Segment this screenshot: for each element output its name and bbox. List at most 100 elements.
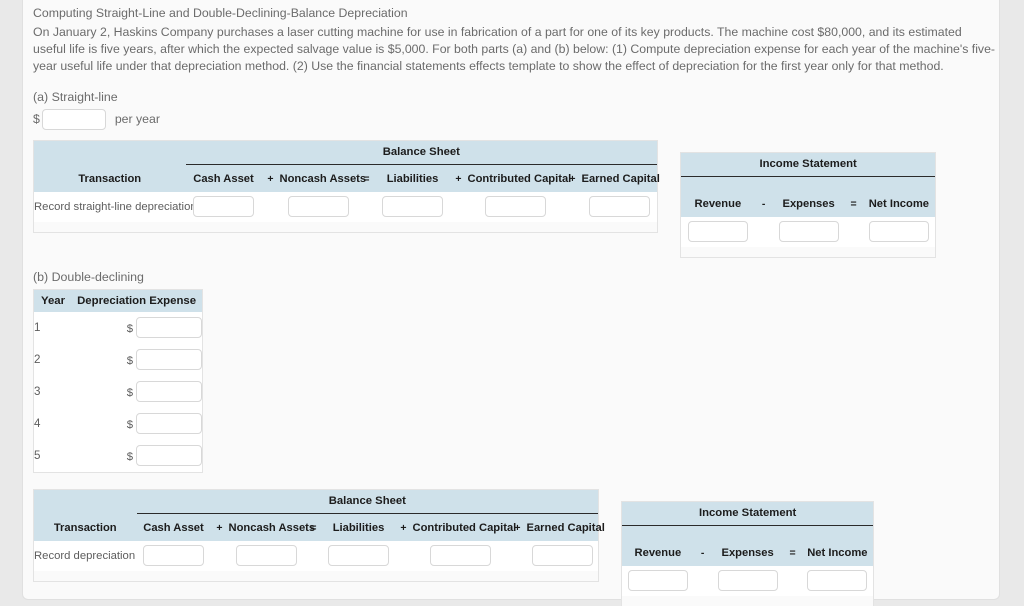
table-row	[680, 216, 936, 247]
input-revenue[interactable]	[627, 570, 688, 592]
col-header-net-income: Net Income	[862, 190, 936, 217]
income-statement-title: Income Statement	[680, 152, 936, 175]
col-header-earned-capital: Earned Capital	[581, 165, 660, 192]
column-header-row: Transaction Cash Asset + Noncash Assets …	[33, 165, 660, 192]
col-header-net-income: Net Income	[801, 539, 874, 566]
straight-line-per-year-input[interactable]	[41, 108, 106, 130]
transaction-header: Transaction	[33, 165, 186, 192]
column-header-row: Revenue - Expenses = Net Income	[621, 539, 874, 566]
input-earned-capital[interactable]	[588, 196, 650, 218]
input-contributed-capital[interactable]	[485, 196, 546, 218]
group-title-row: Income Statement	[621, 501, 874, 524]
table-row: 2 $	[33, 343, 203, 376]
operator-equals-income: =	[783, 539, 802, 566]
balance-sheet-rule	[136, 512, 599, 514]
col-header-cash-asset: Cash Asset	[185, 165, 262, 192]
dollar-sign: $	[126, 386, 134, 399]
balance-sheet-table-b: Balance Sheet Transaction Cash Asset + N…	[33, 488, 605, 582]
transaction-header: Transaction	[33, 514, 137, 541]
group-title-row: Balance Sheet	[33, 489, 599, 512]
table-row: Record depreciation	[33, 540, 599, 571]
input-expenses[interactable]	[717, 570, 778, 592]
operator-plus-2: +	[394, 514, 413, 541]
income-statement-rule	[681, 175, 936, 177]
table-footer-spacer	[621, 595, 874, 606]
year-value-4: 4	[33, 407, 72, 440]
input-depreciation-year-5[interactable]	[136, 445, 203, 467]
question-panel: Computing Straight-Line and Double-Decli…	[22, 0, 1000, 606]
input-contributed-capital[interactable]	[430, 545, 491, 567]
input-liabilities[interactable]	[382, 196, 443, 218]
operator-equals-income: =	[844, 190, 863, 217]
input-cash-asset[interactable]	[193, 196, 254, 218]
column-header-row: Transaction Cash Asset + Noncash Assets …	[33, 514, 605, 541]
group-title-row: Income Statement	[680, 152, 936, 175]
per-year-label: per year	[114, 112, 160, 127]
depreciation-expense-table: Year Depreciation Expense 1 $ 2 $ 3 $ 4	[33, 288, 204, 473]
table-footer-spacer	[33, 570, 599, 582]
dollar-sign: $	[126, 322, 134, 335]
col-header-expenses: Expenses	[711, 539, 784, 566]
col-header-year: Year	[33, 289, 72, 312]
input-earned-capital[interactable]	[531, 545, 593, 567]
col-header-liabilities: Liabilities	[322, 514, 395, 541]
input-expenses[interactable]	[778, 221, 839, 243]
col-header-cash-asset: Cash Asset	[136, 514, 211, 541]
table-row: 4 $	[33, 407, 203, 440]
col-header-revenue: Revenue	[621, 539, 694, 566]
input-cash-asset[interactable]	[143, 545, 204, 567]
operator-plus-2: +	[449, 165, 468, 192]
input-net-income[interactable]	[868, 221, 929, 243]
balance-sheet-rule	[185, 163, 658, 165]
table-row: Record straight-line depreciation	[33, 191, 658, 222]
operator-plus-1: +	[210, 514, 229, 541]
income-statement-spacer	[621, 526, 874, 540]
dollar-sign: $	[33, 112, 40, 127]
balance-sheet-table-a: Balance Sheet Transaction Cash Asset + N…	[33, 139, 660, 233]
question-body: On January 2, Haskins Company purchases …	[33, 25, 996, 74]
transaction-label: Record straight-line depreciation	[33, 191, 197, 222]
col-header-contributed-capital: Contributed Capital	[467, 165, 571, 192]
income-statement-rule	[622, 524, 874, 526]
table-row: 1 $	[33, 311, 203, 344]
table-row	[621, 565, 874, 596]
col-header-expenses: Expenses	[772, 190, 845, 217]
col-header-noncash-assets: Noncash Assets	[228, 514, 315, 541]
year-value-5: 5	[33, 439, 72, 473]
input-depreciation-year-2[interactable]	[136, 349, 203, 371]
input-depreciation-year-3[interactable]	[136, 381, 203, 403]
table-row: 3 $	[33, 375, 203, 408]
input-noncash-assets[interactable]	[236, 545, 297, 567]
dollar-sign: $	[126, 450, 134, 463]
dollar-sign: $	[126, 418, 134, 431]
year-value-1: 1	[33, 311, 72, 344]
col-header-earned-capital: Earned Capital	[526, 514, 605, 541]
col-header-contributed-capital: Contributed Capital	[412, 514, 516, 541]
col-header-noncash-assets: Noncash Assets	[279, 165, 366, 192]
input-revenue[interactable]	[687, 221, 748, 243]
income-statement-spacer	[680, 177, 936, 191]
year-value-2: 2	[33, 343, 72, 376]
effects-template-a: Balance Sheet Transaction Cash Asset + N…	[33, 139, 999, 258]
table-footer-spacer	[33, 221, 658, 233]
col-header-depreciation-expense: Depreciation Expense	[71, 289, 203, 312]
income-statement-table-a: Income Statement Revenue - Expenses = Ne…	[680, 151, 937, 258]
effects-template-b: Balance Sheet Transaction Cash Asset + N…	[33, 488, 999, 606]
screenshot-root: Computing Straight-Line and Double-Decli…	[0, 0, 1024, 606]
income-statement-table-b: Income Statement Revenue - Expenses = Ne…	[621, 500, 875, 606]
balance-sheet-title: Balance Sheet	[185, 140, 658, 163]
part-b-label: (b) Double-declining	[33, 269, 144, 284]
input-liabilities[interactable]	[328, 545, 389, 567]
dollar-sign: $	[126, 354, 134, 367]
year-table-header-row: Year Depreciation Expense	[33, 289, 203, 312]
straight-line-answer-row: $ per year	[33, 108, 999, 130]
operator-minus: -	[693, 539, 712, 566]
input-noncash-assets[interactable]	[288, 196, 349, 218]
input-depreciation-year-4[interactable]	[136, 413, 203, 435]
operator-minus: -	[754, 190, 773, 217]
input-net-income[interactable]	[807, 570, 868, 592]
income-statement-title: Income Statement	[621, 501, 874, 524]
balance-sheet-title: Balance Sheet	[136, 489, 599, 512]
input-depreciation-year-1[interactable]	[136, 317, 203, 339]
year-value-3: 3	[33, 375, 72, 408]
